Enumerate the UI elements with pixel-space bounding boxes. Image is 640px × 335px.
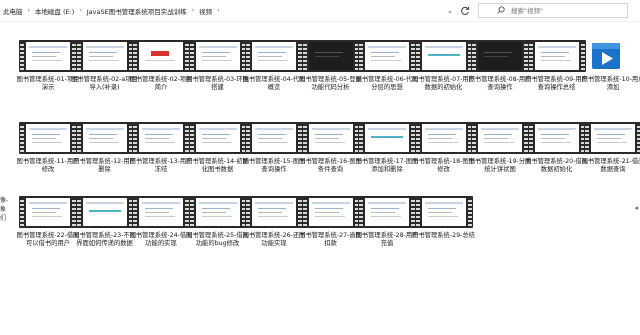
video-thumbnail xyxy=(414,122,473,154)
file-item[interactable]: 图书管理系统-29-总结 xyxy=(410,192,475,270)
file-item[interactable]: 图书管理系统-10-用户添加 xyxy=(579,36,640,114)
video-thumbnail xyxy=(132,40,190,72)
video-thumbnail xyxy=(301,40,360,72)
nav-edge-text: 象们 xyxy=(0,206,7,222)
file-item[interactable]: 图书管理系统-13-用户冻结 xyxy=(127,118,192,196)
breadcrumb[interactable]: 此电脑 › 本地磁盘 (E:) › JavaSE图书管理系统项目实战训练 › 视… xyxy=(0,0,444,22)
video-thumbnail xyxy=(245,196,303,228)
breadcrumb-item-this-pc[interactable]: 此电脑 xyxy=(2,6,24,16)
file-item[interactable]: 图书管理系统-12-用户删除 xyxy=(71,118,136,196)
file-item[interactable]: 图书管理系统-17-图书添加和删除 xyxy=(353,118,418,196)
file-item[interactable]: 图书管理系统-21-借阅数据查询 xyxy=(579,118,640,196)
file-name: 图书管理系统-21-借阅数据查询 xyxy=(581,158,640,173)
video-thumbnail xyxy=(188,122,247,154)
file-item[interactable]: 图书管理系统-08-用户查询操作 xyxy=(466,36,531,114)
video-thumbnail xyxy=(132,122,190,154)
search-icon xyxy=(497,5,507,16)
breadcrumb-separator-icon[interactable]: › xyxy=(188,7,198,14)
video-thumbnail xyxy=(527,40,586,72)
video-thumbnail xyxy=(75,40,134,72)
file-item[interactable]: 图书管理系统-27-逾期扣款 xyxy=(297,192,362,270)
file-item[interactable]: 图书管理系统-28-用户充值 xyxy=(353,192,418,270)
file-item[interactable]: 图书管理系统-03-环境搭建 xyxy=(184,36,249,114)
video-thumbnail xyxy=(301,196,360,228)
navigation-pane-edge: 像- 象们 xyxy=(0,196,10,223)
file-item[interactable]: 图书管理系统-24-借阅功能的实现 xyxy=(127,192,192,270)
video-thumbnail xyxy=(358,122,416,154)
video-thumbnail xyxy=(19,122,77,154)
file-item[interactable]: 图书管理系统-20-借阅数据初始化 xyxy=(523,118,588,196)
file-name: 图书管理系统-29-总结 xyxy=(412,232,475,239)
details-pane-toggle-icon[interactable]: ◂ xyxy=(634,204,638,212)
video-thumbnail xyxy=(188,40,247,72)
file-item[interactable]: 图书管理系统-05-登录功能代码分析 xyxy=(297,36,362,114)
breadcrumb-item-project-folder[interactable]: JavaSE图书管理系统项目实战训练 xyxy=(86,6,188,16)
video-thumbnail xyxy=(19,40,77,72)
search-input[interactable] xyxy=(511,6,621,15)
breadcrumb-item-drive[interactable]: 本地磁盘 (E:) xyxy=(34,6,75,16)
video-thumbnail xyxy=(301,122,360,154)
file-item[interactable]: 图书管理系统-02-a项目导入(补录) xyxy=(71,36,138,114)
video-thumbnail xyxy=(75,196,134,228)
video-thumbnail xyxy=(414,40,473,72)
refresh-icon[interactable] xyxy=(458,4,472,18)
file-item[interactable]: 图书管理系统-18-图书修改 xyxy=(410,118,475,196)
file-item[interactable]: 图书管理系统-01-项目演示 xyxy=(14,36,79,114)
video-thumbnail xyxy=(527,122,586,154)
breadcrumb-separator-icon[interactable]: › xyxy=(213,7,223,14)
file-item[interactable]: 图书管理系统-16-图书条件查询 xyxy=(297,118,362,196)
video-thumbnail xyxy=(245,40,303,72)
file-item[interactable]: 图书管理系统-09-用户查询操作总结 xyxy=(523,36,588,114)
video-thumbnail xyxy=(358,196,416,228)
video-thumbnail xyxy=(471,40,529,72)
file-item[interactable]: 图书管理系统-25-借阅功能的bug修改 xyxy=(184,192,249,270)
chevron-down-icon[interactable]: ⌄ xyxy=(444,4,456,18)
file-item[interactable]: 图书管理系统-04-代码概览 xyxy=(240,36,305,114)
video-thumbnail xyxy=(19,196,77,228)
file-name: 图书管理系统-10-用户添加 xyxy=(581,76,640,91)
file-item[interactable]: 图书管理系统-11-用户修改 xyxy=(14,118,79,196)
file-item[interactable]: 图书管理系统-06-代码分层的思想 xyxy=(353,36,418,114)
video-thumbnail xyxy=(471,122,529,154)
video-thumbnail xyxy=(245,122,303,154)
file-item[interactable]: 图书管理系统-19-分类统计饼状图 xyxy=(466,118,531,196)
breadcrumb-separator-icon[interactable]: › xyxy=(75,7,85,14)
file-item[interactable]: 图书管理系统-14-初始化图书数据 xyxy=(184,118,249,196)
address-bar: 此电脑 › 本地磁盘 (E:) › JavaSE图书管理系统项目实战训练 › 视… xyxy=(0,0,640,22)
file-item[interactable]: 图书管理系统-23-不同界面如何传递的数据 xyxy=(71,192,136,270)
video-thumbnail xyxy=(358,40,416,72)
file-item[interactable]: 图书管理系统-15-图书查询操作 xyxy=(240,118,305,196)
video-thumbnail xyxy=(414,196,473,228)
media-player-file-icon xyxy=(589,39,623,73)
file-item[interactable]: 图书管理系统-07-用户数据的初始化 xyxy=(410,36,475,114)
breadcrumb-separator-icon[interactable]: › xyxy=(24,7,34,14)
video-thumbnail xyxy=(75,122,134,154)
breadcrumb-item-videos[interactable]: 视频 xyxy=(198,6,213,16)
search-box[interactable] xyxy=(478,3,628,18)
video-thumbnail xyxy=(188,196,247,228)
video-thumbnail xyxy=(132,196,190,228)
nav-edge-text: 像- xyxy=(0,197,9,204)
file-item[interactable]: 图书管理系统-22-借阅可以借书的用户 xyxy=(14,192,79,270)
video-thumbnail xyxy=(584,122,640,154)
file-item[interactable]: 图书管理系统-26-还书功能实现 xyxy=(240,192,305,270)
file-item[interactable]: 图书管理系统-02-项目简介 xyxy=(127,36,192,114)
